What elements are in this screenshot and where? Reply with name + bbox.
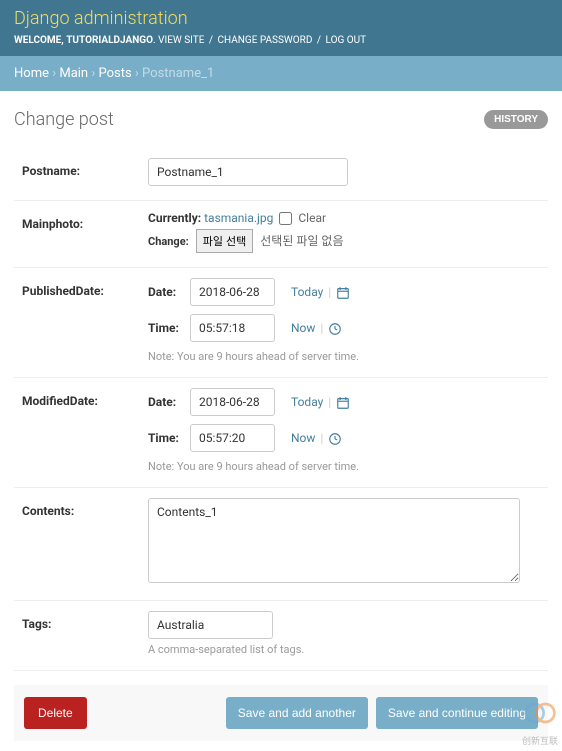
breadcrumb-current: Postname_1: [142, 66, 214, 81]
history-button[interactable]: HISTORY: [484, 110, 548, 129]
clear-checkbox[interactable]: [279, 212, 292, 225]
label-postname: Postname:: [22, 158, 148, 186]
admin-header: Django administration WELCOME, TUTORIALD…: [0, 0, 562, 56]
label-published: PublishedDate:: [22, 278, 148, 363]
tags-help: A comma-separated list of tags.: [148, 643, 540, 656]
file-choose-button[interactable]: 파일 선택: [196, 229, 254, 253]
calendar-icon[interactable]: [336, 396, 350, 410]
modified-time-input[interactable]: [190, 424, 275, 452]
modified-time-label: Time:: [148, 431, 184, 445]
row-modified: ModifiedDate: Date: Today | Time: Now |: [14, 378, 548, 488]
published-date-label: Date:: [148, 285, 184, 299]
tags-input[interactable]: [148, 611, 273, 639]
row-tags: Tags: A comma-separated list of tags.: [14, 601, 548, 671]
branding-title: Django administration: [14, 8, 548, 29]
modified-date-label: Date:: [148, 395, 184, 409]
save-add-another-button[interactable]: Save and add another: [226, 697, 368, 729]
change-label: Change:: [148, 235, 189, 248]
label-mainphoto: Mainphoto:: [22, 211, 148, 253]
published-date-input[interactable]: [190, 278, 275, 306]
contents-textarea[interactable]: [148, 498, 520, 583]
row-postname: Postname:: [14, 148, 548, 201]
modified-now-link[interactable]: Now: [291, 431, 315, 445]
postname-input[interactable]: [148, 158, 348, 186]
calendar-icon[interactable]: [336, 286, 350, 300]
breadcrumb-home[interactable]: Home: [14, 66, 49, 81]
content: Change post HISTORY Postname: Mainphoto:…: [0, 91, 562, 751]
modified-tz-note: Note: You are 9 hours ahead of server ti…: [148, 460, 540, 473]
clear-label: Clear: [298, 211, 326, 225]
breadcrumb-app[interactable]: Main: [59, 66, 88, 81]
modified-today-link[interactable]: Today: [291, 395, 323, 409]
breadcrumb-model[interactable]: Posts: [98, 66, 131, 81]
modified-date-input[interactable]: [190, 388, 275, 416]
label-tags: Tags:: [22, 611, 148, 656]
save-continue-button[interactable]: Save and continue editing: [376, 697, 538, 729]
current-file-link[interactable]: tasmania.jpg: [204, 211, 273, 225]
label-contents: Contents:: [22, 498, 148, 586]
view-site-link[interactable]: VIEW SITE: [158, 35, 204, 46]
breadcrumb: Home › Main › Posts › Postname_1: [0, 56, 562, 91]
published-time-label: Time:: [148, 321, 184, 335]
published-today-link[interactable]: Today: [291, 285, 323, 299]
logout-link[interactable]: LOG OUT: [326, 35, 367, 46]
row-mainphoto: Mainphoto: Currently: tasmania.jpg Clear…: [14, 201, 548, 268]
row-contents: Contents:: [14, 488, 548, 601]
submit-row: Delete Save and add another Save and con…: [14, 685, 548, 741]
row-published: PublishedDate: Date: Today | Time: Now |: [14, 268, 548, 378]
clock-icon[interactable]: [328, 432, 342, 446]
published-time-input[interactable]: [190, 314, 275, 342]
clock-icon[interactable]: [328, 322, 342, 336]
file-status: 선택된 파일 없음: [260, 234, 343, 248]
username: TUTORIALDJANGO: [66, 35, 153, 46]
delete-button[interactable]: Delete: [24, 697, 87, 729]
published-tz-note: Note: You are 9 hours ahead of server ti…: [148, 350, 540, 363]
published-now-link[interactable]: Now: [291, 321, 315, 335]
label-modified: ModifiedDate:: [22, 388, 148, 473]
user-links: WELCOME, TUTORIALDJANGO. VIEW SITE / CHA…: [14, 35, 548, 46]
page-title: Change post: [14, 109, 114, 130]
currently-label: Currently:: [148, 211, 201, 225]
change-password-link[interactable]: CHANGE PASSWORD: [218, 35, 313, 46]
welcome-text: WELCOME,: [14, 35, 64, 46]
